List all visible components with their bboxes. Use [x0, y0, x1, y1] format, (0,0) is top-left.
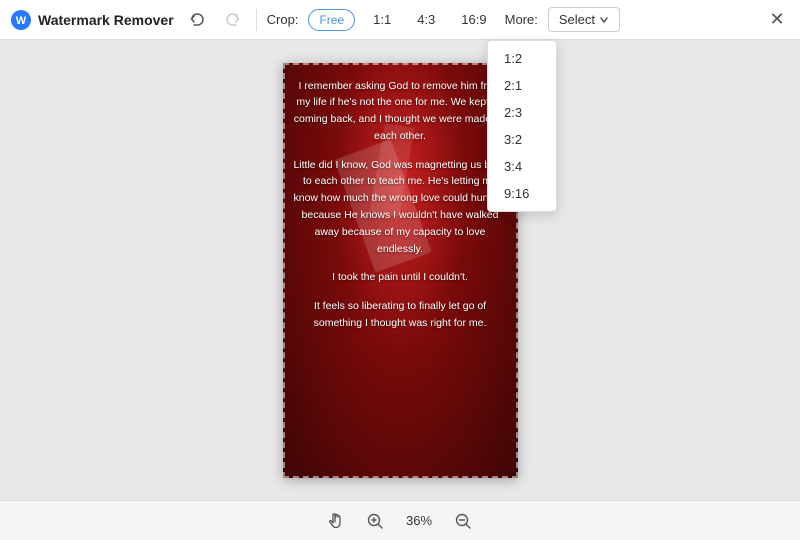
zoom-out-icon: [454, 512, 472, 530]
redo-button[interactable]: [220, 7, 246, 33]
dropdown-item-3-4[interactable]: 3:4: [488, 153, 556, 180]
chevron-down-icon: [599, 15, 609, 25]
image-text-p1: I remember asking God to remove him from…: [293, 78, 508, 145]
select-label: Select: [559, 12, 595, 27]
crop-1-1-button[interactable]: 1:1: [365, 9, 399, 30]
select-dropdown-button[interactable]: Select: [548, 7, 620, 32]
close-button[interactable]: ✕: [764, 7, 790, 33]
image-text-p4: It feels so liberating to finally let go…: [293, 298, 508, 332]
crop-free-button[interactable]: Free: [308, 9, 355, 31]
hand-icon: [328, 512, 346, 530]
app-logo-icon: W: [10, 9, 32, 31]
bottom-bar: 36%: [0, 500, 800, 540]
zoom-in-button[interactable]: [363, 509, 387, 533]
app-logo: W Watermark Remover: [10, 9, 174, 31]
svg-text:W: W: [16, 15, 27, 27]
image-background: I remember asking God to remove him from…: [283, 63, 518, 478]
more-label: More:: [505, 12, 538, 27]
crop-16-9-button[interactable]: 16:9: [453, 9, 494, 30]
dropdown-item-3-2[interactable]: 3:2: [488, 126, 556, 153]
zoom-in-icon: [366, 512, 384, 530]
divider-1: [256, 9, 257, 31]
toolbar: W Watermark Remover Crop: Free 1:1 4:3 1…: [0, 0, 800, 40]
select-dropdown-menu: 1:22:12:33:23:49:16: [487, 40, 557, 212]
main-canvas: I remember asking God to remove him from…: [0, 40, 800, 500]
undo-icon: [189, 12, 205, 28]
dropdown-item-2-3[interactable]: 2:3: [488, 99, 556, 126]
crop-label: Crop:: [267, 12, 299, 27]
dropdown-item-9-16[interactable]: 9:16: [488, 180, 556, 207]
image-text-p3: I took the pain until I couldn't.: [293, 269, 508, 286]
zoom-out-button[interactable]: [451, 509, 475, 533]
dropdown-item-2-1[interactable]: 2:1: [488, 72, 556, 99]
dropdown-item-1-2[interactable]: 1:2: [488, 45, 556, 72]
image-text-overlay: I remember asking God to remove him from…: [283, 63, 518, 359]
hand-tool-button[interactable]: [325, 509, 349, 533]
image-text-p2: Little did I know, God was magnetting us…: [293, 157, 508, 258]
redo-icon: [225, 12, 241, 28]
crop-4-3-button[interactable]: 4:3: [409, 9, 443, 30]
zoom-level: 36%: [401, 513, 437, 528]
undo-button[interactable]: [184, 7, 210, 33]
app-title: Watermark Remover: [38, 12, 174, 28]
image-preview: I remember asking God to remove him from…: [283, 63, 518, 478]
